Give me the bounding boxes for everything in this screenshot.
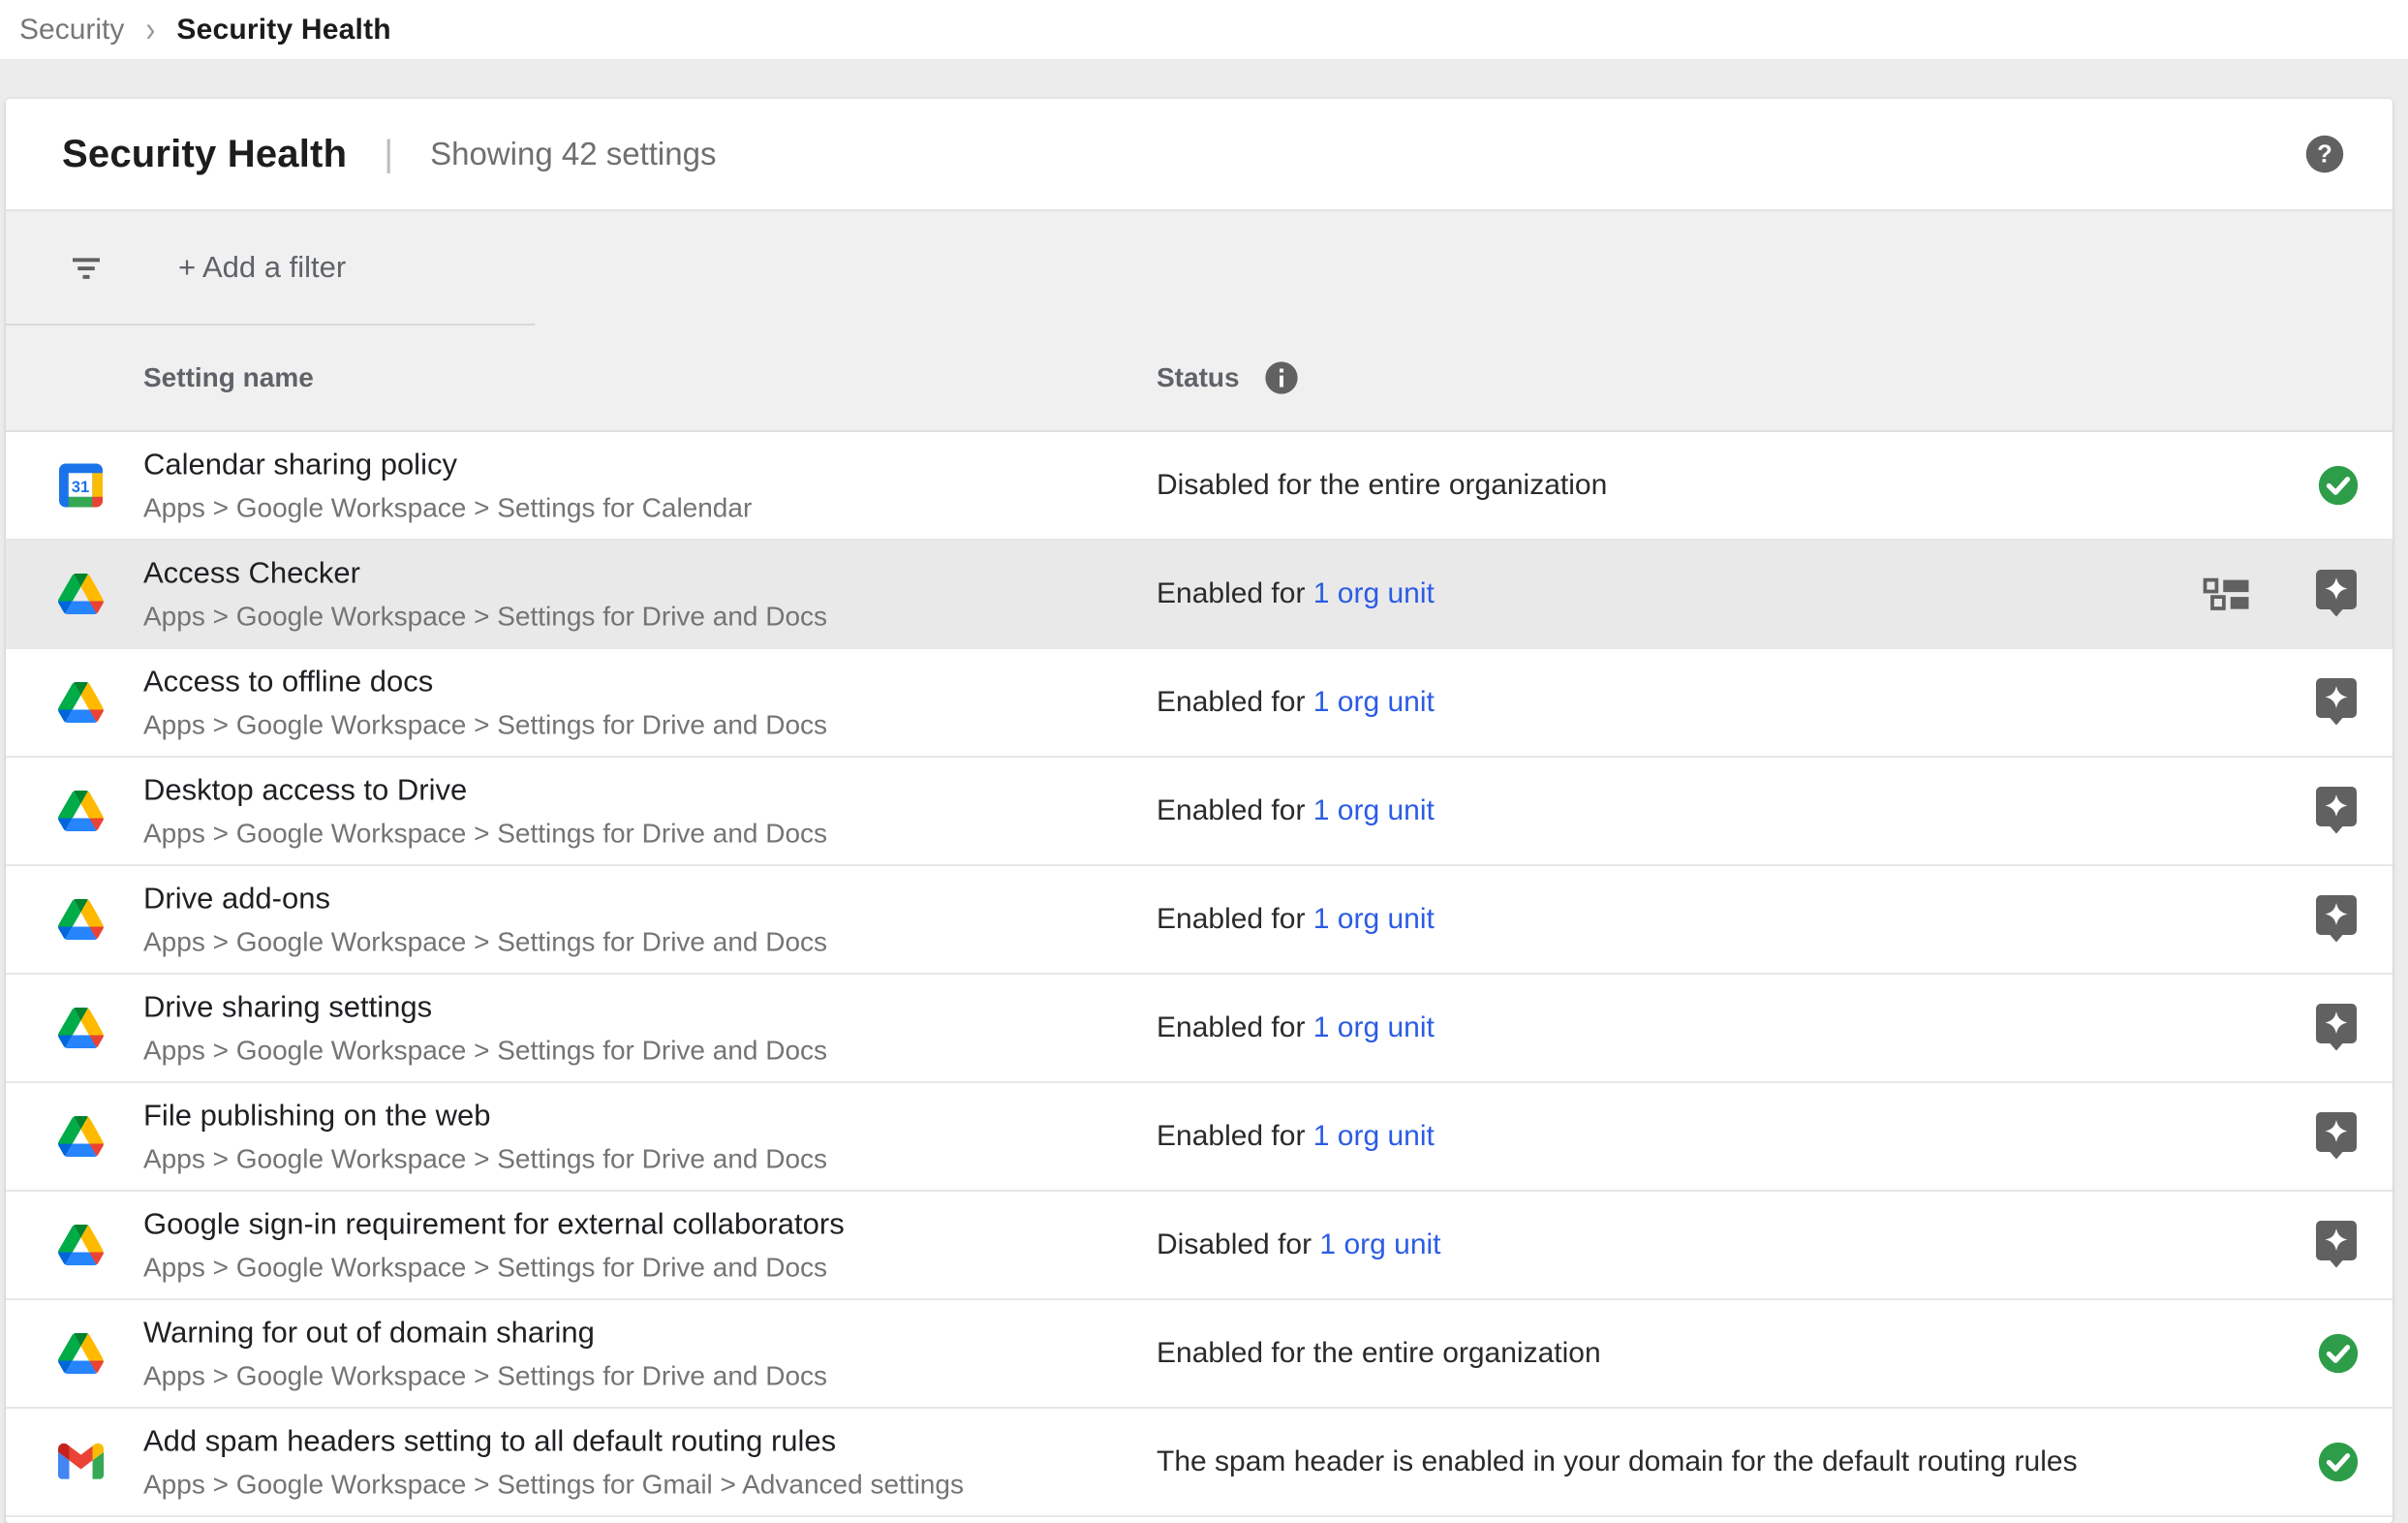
org-unit-link[interactable]: 1 org unit [1313,794,1435,826]
setting-path: Apps > Google Workspace > Settings for D… [143,710,827,741]
recommendation-badge-icon[interactable] [2315,1111,2358,1160]
filter-and-header-section: + Add a filter Setting name Status [6,211,2393,432]
gmail-icon [58,1440,104,1485]
table-row[interactable]: File publishing on the web Apps > Google… [6,1083,2393,1192]
setting-path: Apps > Google Workspace > Settings for G… [143,1470,964,1501]
org-unit-link[interactable]: 1 org unit [1313,686,1435,718]
setting-path: Apps > Google Workspace > Settings for D… [143,927,827,958]
recommendation-badge-icon[interactable] [2315,786,2358,834]
recommendation-badge-icon[interactable] [2315,1003,2358,1051]
table-row[interactable]: Access Checker Apps > Google Workspace >… [6,541,2393,649]
table-row[interactable]: Drive sharing settings Apps > Google Wor… [6,975,2393,1083]
setting-status: Enabled for the entire organization [1157,1337,1601,1370]
card-header: Security Health | Showing 42 settings ? [6,99,2393,211]
breadcrumb-current-page: Security Health [176,14,390,47]
table-row[interactable]: Google sign-in requirement for external … [6,1192,2393,1300]
org-units-icon [2203,576,2251,611]
table-row[interactable]: Add spam headers setting to all default … [6,1409,2393,1517]
google-drive-icon [58,1114,104,1160]
setting-path: Apps > Google Workspace > Settings for C… [143,493,752,524]
setting-title: Access Checker [143,556,827,591]
chevron-right-icon: › [145,9,155,50]
setting-path: Apps > Google Workspace > Settings for D… [143,1253,845,1284]
org-unit-link[interactable]: 1 org unit [1319,1228,1440,1260]
setting-path: Apps > Google Workspace > Settings for D… [143,602,827,633]
setting-title: Access to offline docs [143,665,827,699]
table-row[interactable]: Warning for out of domain sharing Apps >… [6,1300,2393,1409]
table-row[interactable]: Drive add-ons Apps > Google Workspace > … [6,866,2393,975]
status-text: Enabled for [1157,1011,1313,1043]
breadcrumb-security-link[interactable]: Security [19,14,124,47]
breadcrumb: Security › Security Health [0,0,2408,60]
setting-status: Disabled for 1 org unit [1157,1228,1441,1261]
setting-status: Enabled for 1 org unit [1157,577,1435,610]
table-row[interactable]: Access to offline docs Apps > Google Wor… [6,649,2393,758]
org-unit-link[interactable]: 1 org unit [1313,1011,1435,1043]
add-filter-bar[interactable]: + Add a filter [6,211,2393,324]
status-text: Enabled for [1157,1120,1313,1152]
setting-title: File publishing on the web [143,1099,827,1134]
setting-status: The spam header is enabled in your domai… [1157,1445,2078,1478]
recommendation-badge-icon[interactable] [2315,1220,2358,1268]
setting-name-column-header: Setting name [143,362,314,393]
svg-text:31: 31 [72,478,90,496]
status-ok-check-icon [2317,1332,2360,1375]
google-drive-icon [58,572,104,617]
setting-path: Apps > Google Workspace > Settings for D… [143,1361,827,1392]
setting-title: Warning for out of domain sharing [143,1316,827,1351]
status-text: Disabled for the entire organization [1157,469,1607,501]
help-icon[interactable]: ? [2303,133,2346,175]
setting-path: Apps > Google Workspace > Settings for D… [143,819,827,850]
setting-title: Add spam headers setting to all default … [143,1424,964,1459]
setting-status: Enabled for 1 org unit [1157,903,1435,936]
svg-text:?: ? [2317,140,2332,168]
setting-path: Apps > Google Workspace > Settings for D… [143,1036,827,1067]
google-drive-icon [58,789,104,834]
setting-path: Apps > Google Workspace > Settings for D… [143,1144,827,1175]
recommendation-badge-icon[interactable] [2315,569,2358,617]
google-drive-icon [58,897,104,943]
google-drive-icon [58,1006,104,1051]
page-title: Security Health [62,133,347,176]
google-drive-icon [58,1223,104,1268]
status-text: Enabled for the entire organization [1157,1337,1601,1369]
setting-status: Enabled for 1 org unit [1157,1120,1435,1153]
status-ok-check-icon [2317,464,2360,507]
status-text: Disabled for [1157,1228,1319,1260]
setting-title: Calendar sharing policy [143,448,752,482]
settings-count-label: Showing 42 settings [430,136,716,172]
recommendation-badge-icon[interactable] [2315,677,2358,726]
org-unit-link[interactable]: 1 org unit [1313,577,1435,609]
table-header-row: Setting name Status [6,326,2393,432]
status-ok-check-icon [2317,1441,2360,1483]
org-unit-link[interactable]: 1 org unit [1313,1120,1435,1152]
setting-title: Desktop access to Drive [143,773,827,808]
info-icon[interactable] [1263,359,1300,396]
add-filter-button[interactable]: + Add a filter [178,250,346,285]
setting-status: Enabled for 1 org unit [1157,794,1435,827]
setting-status: Enabled for 1 org unit [1157,686,1435,719]
setting-title: Drive sharing settings [143,990,827,1025]
security-health-card: Security Health | Showing 42 settings ? … [6,99,2393,1523]
settings-table-body: 31 Calendar sharing policy Apps > Google… [6,432,2393,1517]
status-text: The spam header is enabled in your domai… [1157,1445,2078,1477]
title-separator: | [384,134,393,175]
org-unit-link[interactable]: 1 org unit [1313,903,1435,935]
status-text: Enabled for [1157,794,1313,826]
setting-title: Drive add-ons [143,882,827,917]
table-row[interactable]: 31 Calendar sharing policy Apps > Google… [6,432,2393,541]
status-text: Enabled for [1157,903,1313,935]
status-column-header: Status [1157,362,1240,393]
google-drive-icon [58,680,104,726]
google-drive-icon [58,1331,104,1377]
status-text: Enabled for [1157,577,1313,609]
setting-status: Enabled for 1 org unit [1157,1011,1435,1044]
table-row[interactable]: Desktop access to Drive Apps > Google Wo… [6,758,2393,866]
setting-status: Disabled for the entire organization [1157,469,1607,502]
filter-list-icon [66,247,107,288]
recommendation-badge-icon[interactable] [2315,894,2358,943]
setting-title: Google sign-in requirement for external … [143,1207,845,1242]
google-calendar-icon: 31 [58,463,104,509]
status-text: Enabled for [1157,686,1313,718]
